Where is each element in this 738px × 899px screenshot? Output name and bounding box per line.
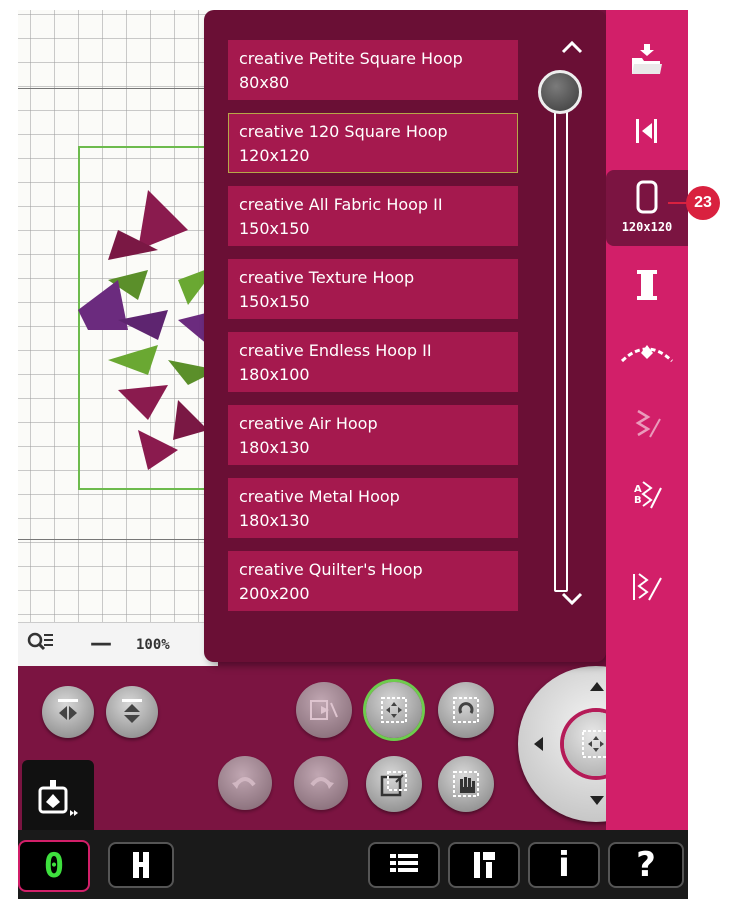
scrollbar-track[interactable] <box>554 82 568 592</box>
abc-stitch-icon: AB <box>634 481 662 509</box>
embroidery-edit-screen: — 100% .0 <box>18 10 688 899</box>
hoop-option-size: 150x150 <box>239 292 310 311</box>
help-button[interactable]: ? <box>608 842 684 888</box>
hand-icon <box>453 771 479 797</box>
stitch-editor-icon <box>635 409 661 438</box>
mirror-vertical-icon <box>122 699 142 723</box>
rotate-mode-button[interactable] <box>438 682 494 738</box>
arrow-left-icon[interactable] <box>534 737 543 751</box>
hoop-selection-popup: creative Petite Square Hoop 80x80 creativ… <box>204 10 606 662</box>
presser-foot-hoop-icon[interactable] <box>36 780 80 820</box>
svg-text:B: B <box>634 495 642 506</box>
stitch-counter: 0 <box>18 840 90 892</box>
hoop-option[interactable]: creative Air Hoop 180x130 <box>228 405 518 465</box>
right-toolbar: AB <box>606 10 688 830</box>
callout-number: 23 <box>686 186 720 220</box>
info-button[interactable]: i <box>528 842 600 888</box>
svg-text:A: A <box>634 484 642 495</box>
arrow-down-icon[interactable] <box>590 796 604 805</box>
undo-button[interactable] <box>218 756 272 810</box>
zigzag-stitch-icon <box>633 573 662 601</box>
hoop-option-name: creative Air Hoop <box>239 414 378 433</box>
zoom-options-icon[interactable] <box>26 631 54 657</box>
scale-icon <box>380 771 407 797</box>
move-mode-button[interactable] <box>366 682 422 738</box>
stitch-editor-button[interactable] <box>606 390 688 460</box>
hoop-option-name: creative 120 Square Hoop <box>239 122 448 141</box>
hoop-option-name: creative Quilter's Hoop <box>239 560 423 579</box>
redo-button[interactable] <box>294 756 348 810</box>
embroidery-canvas[interactable] <box>18 10 228 622</box>
hoop-option[interactable]: creative All Fabric Hoop II 150x150 <box>228 186 518 246</box>
hoop-option-name: creative Endless Hoop II <box>239 341 432 360</box>
hoop-option[interactable]: creative Metal Hoop 180x130 <box>228 478 518 538</box>
hoop-option[interactable]: creative Quilter's Hoop 200x200 <box>228 551 518 611</box>
text-editor-button[interactable]: AB <box>606 460 688 530</box>
embroidery-shaping-button[interactable] <box>606 320 688 390</box>
hoop-option-size: 80x80 <box>239 73 290 92</box>
move-to-hoop-icon <box>310 700 338 720</box>
scrollbar-thumb[interactable] <box>538 70 582 114</box>
zoom-bar: — 100% <box>18 622 218 667</box>
scale-mode-button[interactable] <box>366 756 422 812</box>
thread-colors-button[interactable] <box>606 250 688 320</box>
presser-foot-icon <box>133 852 149 878</box>
arrow-up-icon[interactable] <box>590 682 604 691</box>
hoop-option-size: 150x150 <box>239 219 310 238</box>
hoop-option-name: creative Texture Hoop <box>239 268 415 287</box>
scroll-down-arrow-icon[interactable] <box>561 592 583 606</box>
scroll-up-arrow-icon[interactable] <box>561 40 583 54</box>
hoop-option-size: 180x130 <box>239 438 310 457</box>
zigzag-stitch-button[interactable] <box>606 552 688 622</box>
tools-icon <box>474 852 495 878</box>
hoop-option-name: creative All Fabric Hoop II <box>239 195 443 214</box>
mirror-side-to-side-button[interactable] <box>42 686 94 738</box>
load-design-button[interactable] <box>606 24 688 94</box>
move-to-hoop-button[interactable] <box>296 682 352 738</box>
redo-icon <box>310 777 334 789</box>
move-icon <box>381 697 407 723</box>
rotate-icon <box>453 697 479 723</box>
hoop-option-size: 180x130 <box>239 511 310 530</box>
hoop-option[interactable]: creative Petite Square Hoop 80x80 <box>228 40 518 100</box>
hoop-option[interactable]: creative Endless Hoop II 180x100 <box>228 332 518 392</box>
thread-spool-icon <box>637 270 657 300</box>
hoop-option-size: 120x120 <box>239 146 310 165</box>
design-order-button[interactable] <box>606 96 688 166</box>
stop-mark-icon <box>636 119 657 143</box>
hoop-option-size: 180x100 <box>239 365 310 384</box>
hoop-option-name: creative Petite Square Hoop <box>239 49 463 68</box>
menu-button[interactable] <box>368 842 440 888</box>
mirror-horizontal-icon <box>58 699 78 720</box>
pan-mode-button[interactable] <box>438 756 494 812</box>
mirror-end-to-end-button[interactable] <box>106 686 158 738</box>
settings-button[interactable] <box>448 842 520 888</box>
list-menu-icon <box>390 854 418 872</box>
hoop-size-label: 120x120 <box>621 220 673 234</box>
shaping-icon <box>620 345 674 363</box>
hoop-icon <box>636 180 658 214</box>
undo-icon <box>232 777 256 789</box>
embroidery-design[interactable] <box>78 170 218 470</box>
hoop-size-tab[interactable]: 120x120 <box>606 170 688 246</box>
callout-pointer <box>668 202 688 204</box>
hoop-option-selected[interactable]: creative 120 Square Hoop 120x120 <box>228 113 518 173</box>
presser-foot-button[interactable] <box>108 842 174 888</box>
hoop-option[interactable]: creative Texture Hoop 150x150 <box>228 259 518 319</box>
bottom-taskbar: 0 i ? <box>18 830 688 899</box>
open-folder-icon <box>632 44 662 74</box>
zoom-level: 100% <box>136 637 170 653</box>
hoop-option-name: creative Metal Hoop <box>239 487 400 506</box>
zoom-out-button[interactable]: — <box>90 631 112 656</box>
hoop-option-size: 200x200 <box>239 584 310 603</box>
